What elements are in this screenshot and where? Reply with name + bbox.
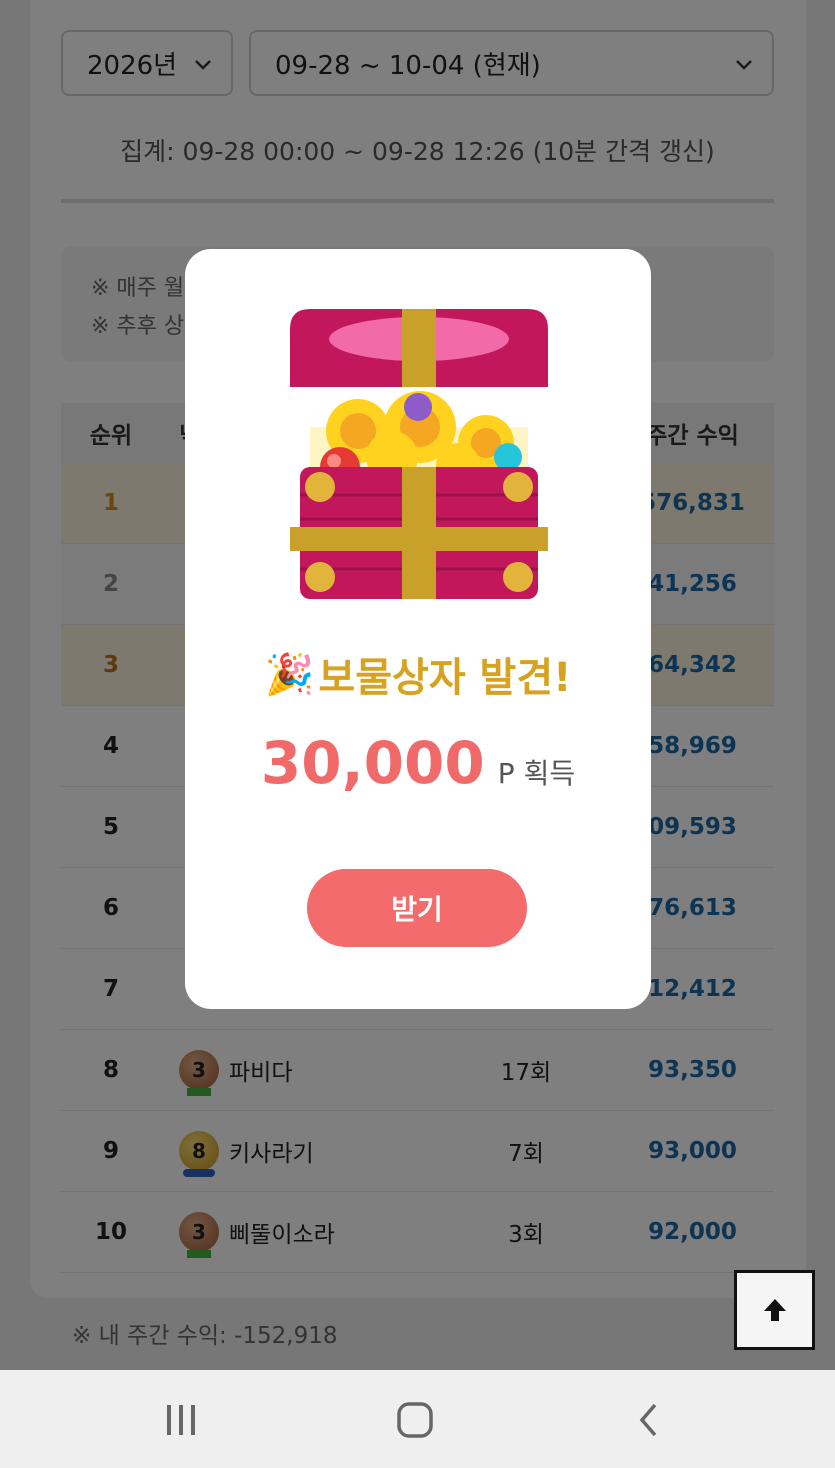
recent-apps-button[interactable]: [151, 1395, 211, 1445]
scroll-top-button[interactable]: [734, 1270, 815, 1350]
receive-button[interactable]: 받기: [307, 869, 527, 947]
system-nav-bar: [0, 1370, 835, 1468]
arrow-up-icon: [763, 1299, 786, 1321]
treasure-modal: 🎉 보물상자 발견! 30,000 P 획득 받기: [185, 249, 651, 1009]
back-button[interactable]: [619, 1395, 679, 1445]
party-popper-icon: 🎉: [264, 651, 315, 698]
treasure-chest-icon: [290, 309, 548, 599]
recent-apps-icon: [167, 1405, 195, 1435]
back-icon: [639, 1403, 657, 1437]
home-button[interactable]: [385, 1395, 445, 1445]
reward-unit: P 획득: [497, 757, 576, 790]
modal-title: 🎉 보물상자 발견!: [185, 645, 651, 703]
home-icon: [397, 1402, 433, 1438]
reward-amount: 30,000: [260, 729, 485, 797]
reward-line: 30,000 P 획득: [185, 729, 651, 797]
modal-title-text: 보물상자 발견!: [318, 655, 572, 701]
